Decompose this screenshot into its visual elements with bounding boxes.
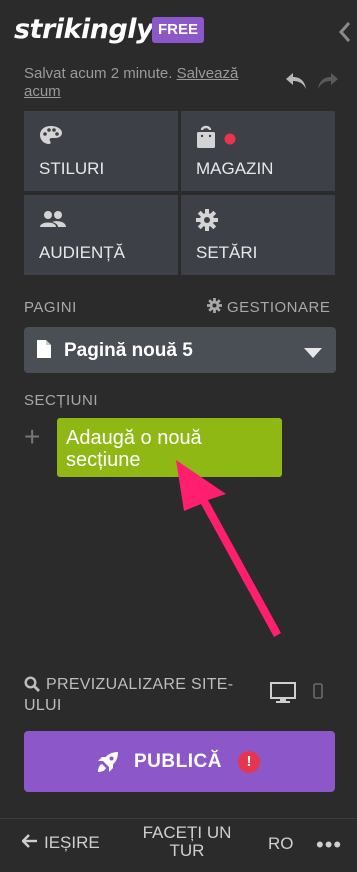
page-document-icon [36, 339, 52, 364]
preview-site-label: PREVIZUALIZARE SITE-ULUI [24, 676, 234, 714]
sections-heading: SECȚIUNI [24, 392, 99, 409]
people-icon [39, 209, 67, 234]
rocket-icon [96, 750, 120, 779]
tile-settings[interactable]: SETĂRI [181, 195, 335, 275]
desktop-view-icon[interactable] [270, 682, 296, 709]
palette-icon [39, 125, 63, 150]
exit-button[interactable]: IEȘIRE [21, 833, 100, 853]
search-icon [24, 676, 40, 697]
publish-button[interactable]: PUBLICĂ ! [24, 731, 335, 792]
redo-icon[interactable] [314, 70, 340, 92]
page-selector[interactable]: Pagină nouă 5 [24, 327, 336, 373]
tile-settings-label: SETĂRI [196, 243, 258, 262]
manage-pages-label: GESTIONARE [227, 299, 331, 316]
tile-store-label: MAGAZIN [196, 159, 274, 178]
manage-pages-button[interactable]: GESTIONARE [207, 298, 330, 317]
current-page-name: Pagină nouă 5 [64, 340, 193, 361]
undo-icon[interactable] [284, 70, 310, 92]
exit-label: IEȘIRE [44, 833, 100, 852]
save-status-text: Salvat acum 2 minute. [24, 65, 173, 82]
save-status: Salvat acum 2 minute. Salvează acum [24, 65, 244, 101]
add-section-label: Adaugă o nouă secțiune [66, 427, 202, 471]
gear-icon [196, 209, 218, 236]
take-tour-button[interactable]: FACEȚI UN TUR [128, 824, 246, 860]
plus-icon[interactable]: + [24, 423, 40, 451]
tile-styles[interactable]: STILURI [24, 111, 178, 191]
arrow-left-icon [21, 833, 38, 853]
gear-icon [207, 298, 222, 317]
tile-styles-label: STILURI [39, 159, 105, 178]
strikingly-logo[interactable]: strikingly [14, 14, 154, 45]
alert-icon: ! [238, 751, 260, 773]
language-button[interactable]: RO [268, 834, 294, 854]
tile-audience-label: AUDIENȚĂ [39, 243, 125, 262]
collapse-sidebar-icon[interactable] [338, 20, 352, 44]
pages-heading: PAGINI [24, 299, 77, 316]
publish-label: PUBLICĂ [134, 751, 222, 772]
add-section-button[interactable]: Adaugă o nouă secțiune [57, 418, 282, 477]
tile-store[interactable]: MAGAZIN [181, 111, 335, 191]
chevron-down-icon [304, 345, 322, 363]
plan-badge[interactable]: FREE [152, 17, 204, 43]
more-options-icon[interactable]: ••• [316, 832, 342, 858]
shopping-bag-icon [196, 125, 236, 154]
mobile-view-icon[interactable] [313, 683, 323, 704]
preview-site-button[interactable]: PREVIZUALIZARE SITE-ULUI [24, 676, 254, 715]
tile-audience[interactable]: AUDIENȚĂ [24, 195, 178, 275]
